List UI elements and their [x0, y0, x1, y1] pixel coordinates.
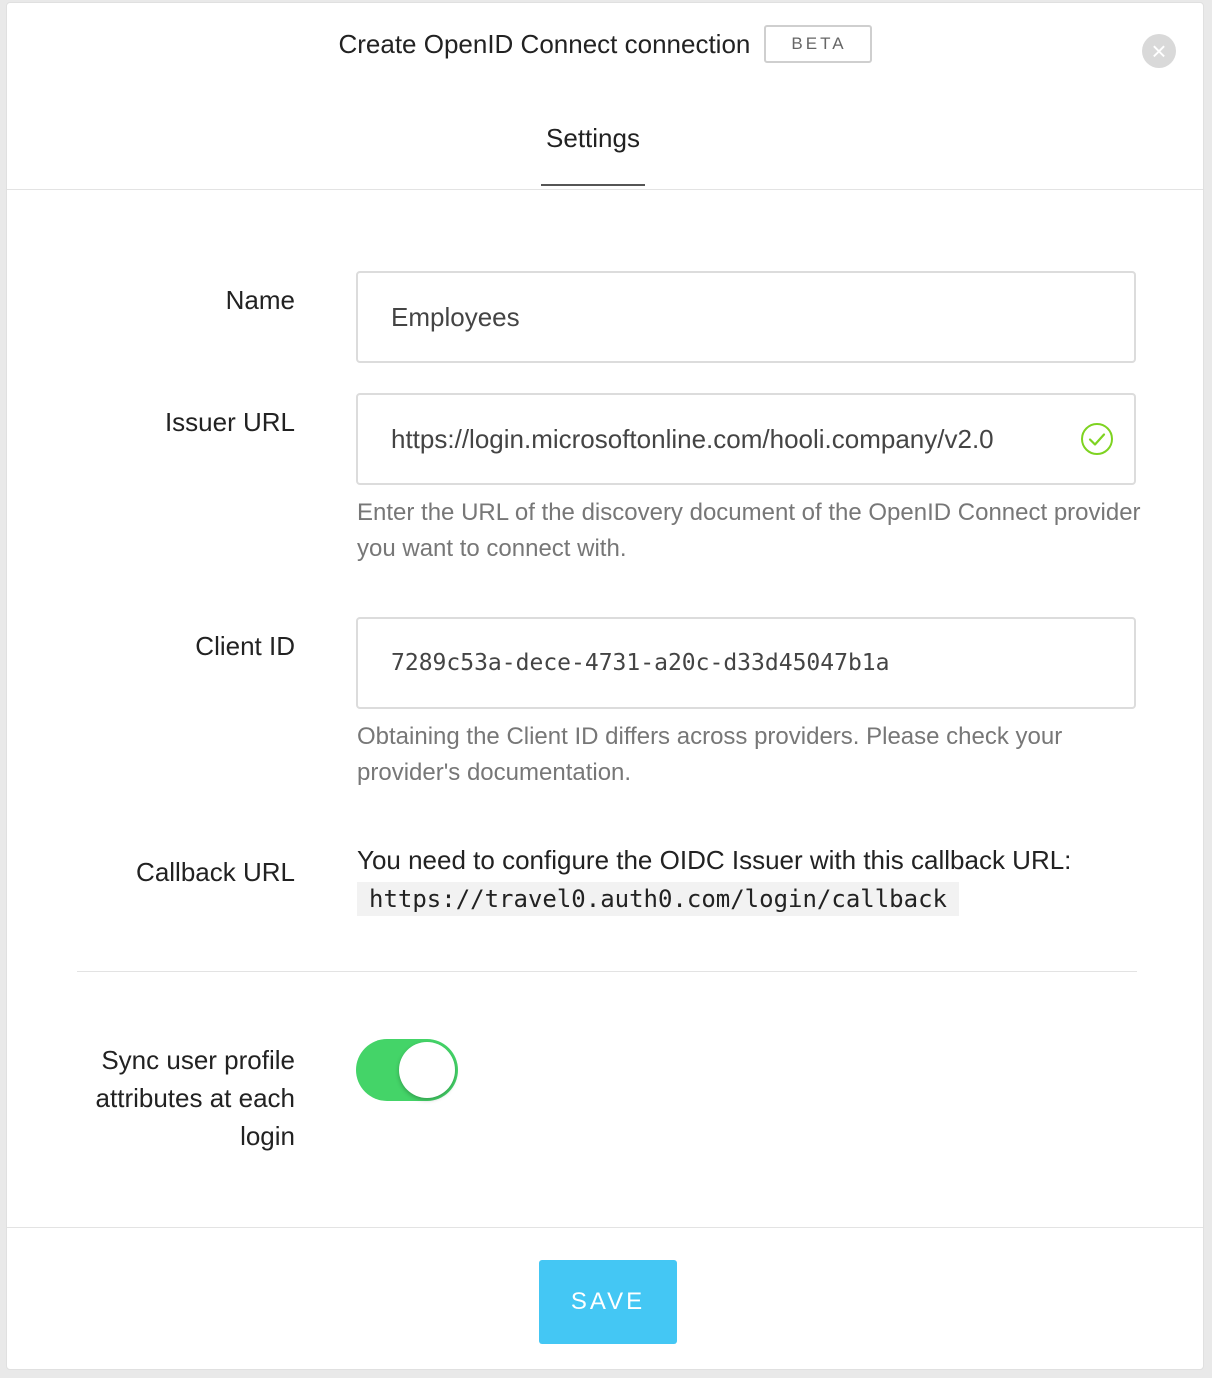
- beta-badge: BETA: [764, 25, 872, 63]
- sync-label: Sync user profile attributes at each log…: [95, 1045, 295, 1151]
- client-id-label: Client ID: [195, 631, 295, 661]
- client-id-input-value: 7289c53a-dece-4731-a20c-d33d45047b1a: [391, 650, 890, 676]
- sync-toggle[interactable]: [356, 1039, 458, 1101]
- issuer-url-input-value: https://login.microsoftonline.com/hooli.…: [391, 423, 994, 454]
- callback-url-block: You need to configure the OIDC Issuer wi…: [357, 841, 1157, 917]
- close-icon: ×: [1151, 36, 1167, 66]
- client-id-help: Obtaining the Client ID differs across p…: [357, 723, 1063, 786]
- tab-settings[interactable]: Settings: [541, 123, 645, 186]
- issuer-url-input[interactable]: https://login.microsoftonline.com/hooli.…: [356, 393, 1136, 485]
- toggle-knob: [399, 1042, 455, 1098]
- client-id-input[interactable]: 7289c53a-dece-4731-a20c-d33d45047b1a: [356, 617, 1136, 709]
- modal-title: Create OpenID Connect connection: [338, 28, 751, 59]
- callback-url-code[interactable]: https://travel0.auth0.com/login/callback: [357, 882, 959, 916]
- section-divider: [77, 971, 1137, 972]
- modal-footer: SAVE: [7, 1227, 1203, 1369]
- close-button[interactable]: ×: [1142, 34, 1176, 68]
- issuer-url-help: Enter the URL of the discovery document …: [357, 499, 1141, 562]
- modal-header: Create OpenID Connect connection BETA × …: [7, 3, 1203, 190]
- title-row: Create OpenID Connect connection BETA: [7, 25, 1203, 63]
- save-button[interactable]: SAVE: [539, 1260, 677, 1344]
- modal-dialog: Create OpenID Connect connection BETA × …: [6, 2, 1204, 1370]
- name-label: Name: [225, 285, 295, 315]
- callback-url-instructions: You need to configure the OIDC Issuer wi…: [357, 845, 1072, 875]
- issuer-url-label: Issuer URL: [164, 407, 295, 437]
- name-input-value: Employees: [391, 301, 520, 332]
- callback-url-label: Callback URL: [136, 857, 295, 887]
- name-input[interactable]: Employees: [356, 271, 1136, 363]
- check-circle-icon: [1081, 423, 1113, 455]
